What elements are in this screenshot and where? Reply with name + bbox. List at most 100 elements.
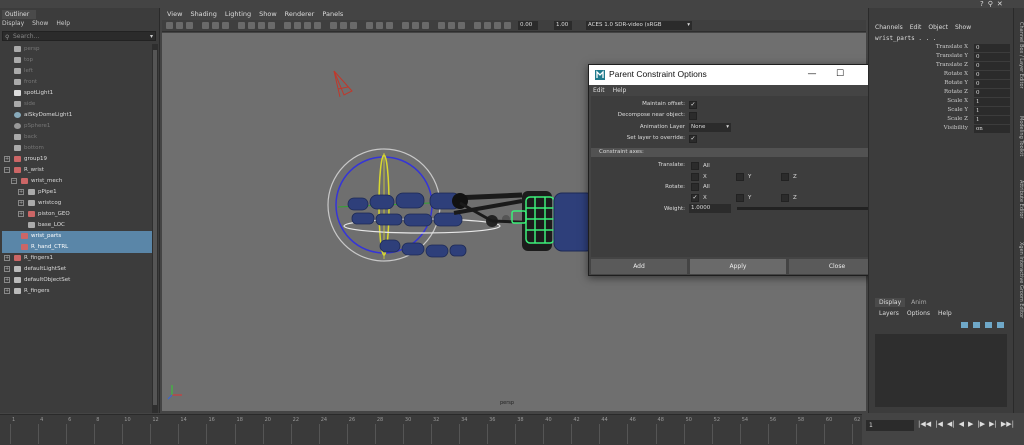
channel-attribute-row[interactable]: Rotate Y 0 bbox=[899, 80, 1010, 88]
outliner-item[interactable]: side bbox=[2, 99, 152, 110]
menu-renderer[interactable]: Renderer bbox=[285, 8, 315, 20]
gamma-field[interactable]: 1.00 bbox=[554, 21, 572, 30]
toolbar-tool-icon[interactable] bbox=[386, 22, 393, 29]
expand-icon[interactable]: + bbox=[18, 189, 24, 195]
channel-attribute-row[interactable]: Scale Z 1 bbox=[899, 116, 1010, 124]
pin-icon[interactable]: ⚲ bbox=[988, 0, 993, 8]
toolbar-tool-icon[interactable] bbox=[412, 22, 419, 29]
selected-object-name[interactable]: wrist_parts . . . bbox=[875, 35, 936, 42]
outliner-tab[interactable]: Outliner bbox=[2, 10, 36, 19]
outliner-item[interactable]: − R_wrist bbox=[2, 165, 152, 176]
tab-display[interactable]: Display bbox=[875, 298, 906, 307]
menu-layers[interactable]: Layers bbox=[879, 310, 899, 317]
expand-icon[interactable]: + bbox=[18, 211, 24, 217]
step-forward-frame-icon[interactable]: |▶ bbox=[977, 420, 985, 428]
channel-attribute-row[interactable]: Rotate X 0 bbox=[899, 71, 1010, 79]
collapse-icon[interactable]: − bbox=[4, 167, 10, 173]
translate-z-checkbox[interactable] bbox=[781, 173, 789, 181]
translate-all-checkbox[interactable] bbox=[691, 162, 699, 170]
outliner-item[interactable]: wrist_parts bbox=[2, 231, 152, 242]
toolbar-tool-icon[interactable] bbox=[258, 22, 265, 29]
rotate-x-checkbox[interactable]: ✓ bbox=[691, 194, 699, 202]
outliner-item[interactable]: + wristcog bbox=[2, 198, 152, 209]
outliner-item[interactable]: spotLight1 bbox=[2, 88, 152, 99]
toolbar-tool-icon[interactable] bbox=[166, 22, 173, 29]
maximize-button[interactable]: ☐ bbox=[834, 68, 846, 80]
toolbar-tool-icon[interactable] bbox=[494, 22, 501, 29]
menu-object[interactable]: Object bbox=[928, 24, 948, 31]
toolbar-tool-icon[interactable] bbox=[248, 22, 255, 29]
channel-attribute-row[interactable]: Rotate Z 0 bbox=[899, 89, 1010, 97]
toolbar-tool-icon[interactable] bbox=[304, 22, 311, 29]
outliner-item[interactable]: aiSkyDomeLight1 bbox=[2, 110, 152, 121]
outliner-item[interactable]: bottom bbox=[2, 143, 152, 154]
current-frame-field[interactable]: 1 bbox=[866, 420, 914, 431]
tab-channel-box-layer-editor[interactable]: Channel Box / Layer Editor bbox=[1015, 22, 1024, 89]
toolbar-tool-icon[interactable] bbox=[340, 22, 347, 29]
channel-attribute-row[interactable]: Translate X 0 bbox=[899, 44, 1010, 52]
channel-attribute-value[interactable]: 0 bbox=[974, 53, 1010, 61]
menu-shading[interactable]: Shading bbox=[190, 8, 216, 20]
channel-attribute-value[interactable]: 0 bbox=[974, 80, 1010, 88]
toolbar-tool-icon[interactable] bbox=[458, 22, 465, 29]
minimize-button[interactable]: — bbox=[806, 68, 818, 80]
layer-up-icon[interactable] bbox=[985, 322, 992, 328]
toolbar-tool-icon[interactable] bbox=[268, 22, 275, 29]
menu-display[interactable]: Display bbox=[2, 20, 24, 29]
go-to-start-icon[interactable]: |◀◀ bbox=[918, 420, 931, 428]
expand-icon[interactable]: + bbox=[18, 200, 24, 206]
toolbar-tool-icon[interactable] bbox=[402, 22, 409, 29]
close-icon[interactable]: ✕ bbox=[997, 0, 1003, 8]
menu-edit[interactable]: Edit bbox=[593, 87, 605, 94]
outliner-item[interactable]: + piston_GEO bbox=[2, 209, 152, 220]
menu-show[interactable]: Show bbox=[955, 24, 971, 31]
outliner-item[interactable]: + R_fingers bbox=[2, 286, 152, 297]
outliner-item[interactable]: + defaultLightSet bbox=[2, 264, 152, 275]
toolbar-tool-icon[interactable] bbox=[238, 22, 245, 29]
exposure-field[interactable]: 0.00 bbox=[518, 21, 538, 30]
outliner-item[interactable]: pSphere1 bbox=[2, 121, 152, 132]
time-slider[interactable]: 1 4 6 8 10 12 14 16 18 20 22 24 26 28 30 32 34 36 38 40 42 44… bbox=[0, 414, 862, 445]
expand-icon[interactable]: + bbox=[4, 156, 10, 162]
play-backward-icon[interactable]: ◀ bbox=[959, 420, 964, 428]
toolbar-tool-icon[interactable] bbox=[330, 22, 337, 29]
channel-attribute-value[interactable]: 0 bbox=[974, 71, 1010, 79]
channel-attribute-value[interactable]: 1 bbox=[974, 107, 1010, 115]
step-back-key-icon[interactable]: |◀ bbox=[935, 420, 943, 428]
expand-icon[interactable]: + bbox=[4, 288, 10, 294]
toolbar-tool-icon[interactable] bbox=[438, 22, 445, 29]
menu-lighting[interactable]: Lighting bbox=[225, 8, 251, 20]
menu-panels[interactable]: Panels bbox=[322, 8, 343, 20]
outliner-item[interactable]: + pPipe1 bbox=[2, 187, 152, 198]
animation-layer-dropdown[interactable]: None ▾ bbox=[689, 123, 731, 132]
translate-y-checkbox[interactable] bbox=[736, 173, 744, 181]
tab-xgen-groom-editor[interactable]: Xgen Interactive Groom Editor bbox=[1015, 242, 1024, 318]
menu-view[interactable]: View bbox=[167, 8, 182, 20]
outliner-item[interactable]: R_hand_CTRL bbox=[2, 242, 152, 253]
outliner-item[interactable]: + defaultObjectSet bbox=[2, 275, 152, 286]
toolbar-tool-icon[interactable] bbox=[212, 22, 219, 29]
toolbar-tool-icon[interactable] bbox=[186, 22, 193, 29]
menu-help[interactable]: Help bbox=[56, 20, 70, 29]
new-layer-selected-icon[interactable] bbox=[973, 322, 980, 328]
toolbar-tool-icon[interactable] bbox=[314, 22, 321, 29]
outliner-item[interactable]: back bbox=[2, 132, 152, 143]
toolbar-tool-icon[interactable] bbox=[294, 22, 301, 29]
toolbar-tool-icon[interactable] bbox=[448, 22, 455, 29]
outliner-item[interactable]: top bbox=[2, 55, 152, 66]
outliner-item[interactable]: base_LOC bbox=[2, 220, 152, 231]
tab-attribute-editor[interactable]: Attribute Editor bbox=[1015, 180, 1024, 218]
channel-attribute-row[interactable]: Scale Y 1 bbox=[899, 107, 1010, 115]
finger-geometry[interactable] bbox=[347, 192, 467, 258]
go-to-end-icon[interactable]: ▶▶| bbox=[1001, 420, 1014, 428]
toolbar-tool-icon[interactable] bbox=[222, 22, 229, 29]
play-forward-icon[interactable]: ▶ bbox=[968, 420, 973, 428]
outliner-item[interactable]: + group19 bbox=[2, 154, 152, 165]
translate-x-checkbox[interactable] bbox=[691, 173, 699, 181]
channel-attribute-value[interactable]: 0 bbox=[974, 62, 1010, 70]
tab-modeling-toolkit[interactable]: Modeling Toolkit bbox=[1015, 116, 1024, 156]
outliner-item[interactable]: − wrist_mech bbox=[2, 176, 152, 187]
toolbar-tool-icon[interactable] bbox=[422, 22, 429, 29]
constraint-axes-section[interactable]: Constraint axes: bbox=[591, 148, 883, 157]
channel-attribute-row[interactable]: Translate Z 0 bbox=[899, 62, 1010, 70]
